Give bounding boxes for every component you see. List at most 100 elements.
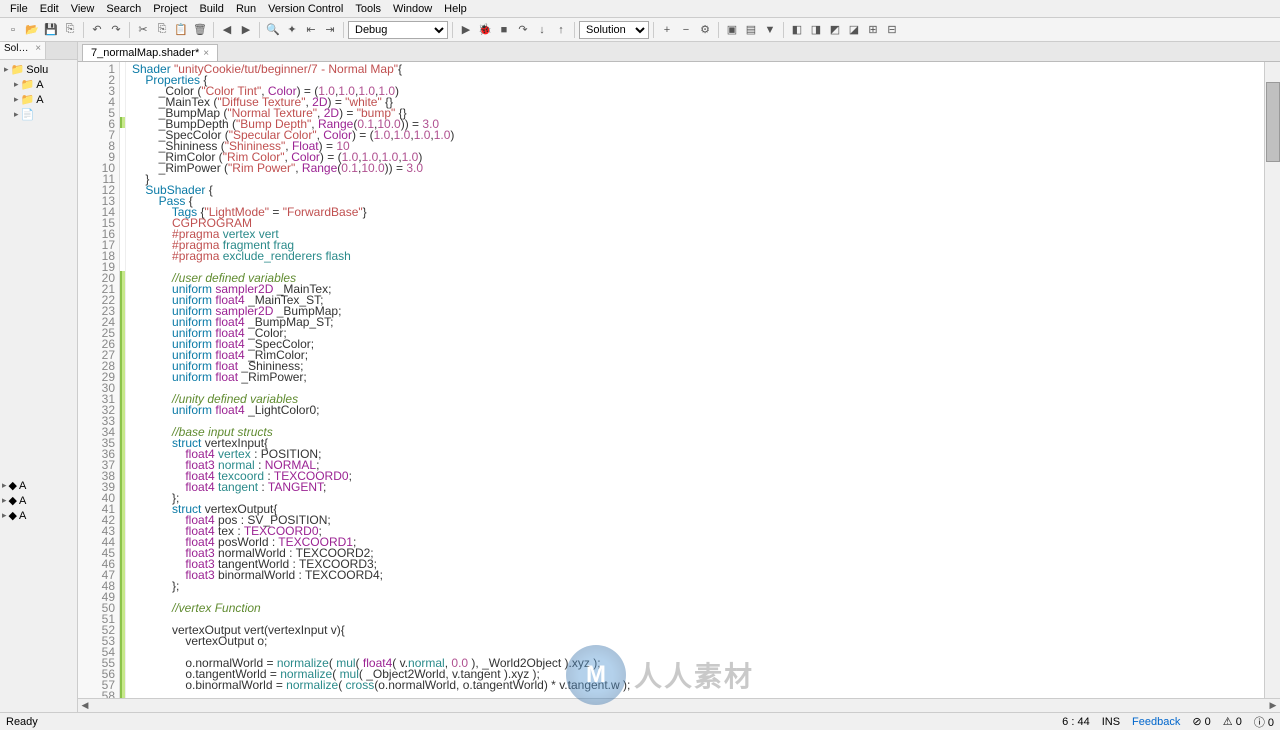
- paste-icon[interactable]: 📋: [172, 21, 190, 39]
- solution-tab[interactable]: Sol… ×: [0, 42, 46, 59]
- code-line[interactable]: };: [132, 493, 1264, 504]
- code-line[interactable]: //vertex Function: [132, 603, 1264, 614]
- menu-window[interactable]: Window: [387, 3, 438, 15]
- solution-tree[interactable]: ▸ 📁 Solu▸ 📁 A▸ 📁 A▸ 📄: [0, 60, 77, 296]
- horizontal-scrollbar[interactable]: ◀ ▶: [78, 698, 1280, 712]
- bookmark-icon[interactable]: ✦: [283, 21, 301, 39]
- run-icon[interactable]: ▶: [457, 21, 475, 39]
- code-line[interactable]: o.binormalWorld = normalize( cross(o.nor…: [132, 680, 1264, 691]
- tool10-icon[interactable]: ⊟: [883, 21, 901, 39]
- menu-version-control[interactable]: Version Control: [262, 3, 349, 15]
- add-breakpoint-icon[interactable]: +: [658, 21, 676, 39]
- menu-file[interactable]: File: [4, 3, 34, 15]
- tool9-icon[interactable]: ⊞: [864, 21, 882, 39]
- tree-item[interactable]: ▸ 📁 A: [2, 77, 75, 92]
- debug-icon[interactable]: 🐞: [476, 21, 494, 39]
- next-bookmark-icon[interactable]: ⇥: [321, 21, 339, 39]
- code-line[interactable]: uniform float4 _BumpMap_ST;: [132, 317, 1264, 328]
- code-line[interactable]: [132, 383, 1264, 394]
- step-over-icon[interactable]: ↷: [514, 21, 532, 39]
- tool8-icon[interactable]: ◪: [845, 21, 863, 39]
- code-line[interactable]: float3 binormalWorld : TEXCOORD4;: [132, 570, 1264, 581]
- code-line[interactable]: }: [132, 174, 1264, 185]
- tool6-icon[interactable]: ◨: [807, 21, 825, 39]
- tree-item[interactable]: ▸ 📄: [2, 107, 75, 122]
- menu-view[interactable]: View: [65, 3, 101, 15]
- code-line[interactable]: #pragma exclude_renderers flash: [132, 251, 1264, 262]
- menu-help[interactable]: Help: [438, 3, 473, 15]
- code-line[interactable]: //base input structs: [132, 427, 1264, 438]
- expand-icon[interactable]: ▸: [4, 64, 9, 75]
- tool7-icon[interactable]: ◩: [826, 21, 844, 39]
- copy-icon[interactable]: ⎘: [153, 21, 171, 39]
- menu-edit[interactable]: Edit: [34, 3, 65, 15]
- code-line[interactable]: _RimPower ("Rim Power", Range(0.1,10.0))…: [132, 163, 1264, 174]
- tree-item[interactable]: ▸ ◆ A: [2, 478, 75, 493]
- warning-count[interactable]: ⚠ 0: [1223, 715, 1242, 728]
- tool2-icon[interactable]: ▣: [723, 21, 741, 39]
- tool-icon[interactable]: ⚙: [696, 21, 714, 39]
- tree-item[interactable]: ▸ ◆ A: [2, 493, 75, 508]
- expand-icon[interactable]: ▸: [14, 109, 19, 120]
- expand-icon[interactable]: ▸: [14, 79, 19, 90]
- code-line[interactable]: Tags {"LightMode" = "ForwardBase"}: [132, 207, 1264, 218]
- code-line[interactable]: uniform float4 _LightColor0;: [132, 405, 1264, 416]
- save-icon[interactable]: 💾: [42, 21, 60, 39]
- delete-icon[interactable]: 🗑: [191, 21, 209, 39]
- tool5-icon[interactable]: ◧: [788, 21, 806, 39]
- expand-icon[interactable]: ▸: [2, 480, 7, 491]
- nav-back-icon[interactable]: ◀: [218, 21, 236, 39]
- insert-mode: INS: [1102, 716, 1120, 728]
- tool3-icon[interactable]: ▤: [742, 21, 760, 39]
- menu-run[interactable]: Run: [230, 3, 262, 15]
- tree-item[interactable]: ▸ 📁 Solu: [2, 62, 75, 77]
- remove-breakpoint-icon[interactable]: −: [677, 21, 695, 39]
- stop-icon[interactable]: ■: [495, 21, 513, 39]
- code-editor[interactable]: Shader "unityCookie/tut/beginner/7 - Nor…: [126, 62, 1264, 698]
- find-icon[interactable]: 🔍: [264, 21, 282, 39]
- config-combo[interactable]: Debug: [348, 21, 448, 39]
- close-icon[interactable]: ×: [35, 43, 41, 54]
- editor-tab[interactable]: 7_normalMap.shader* ×: [82, 44, 218, 61]
- code-line[interactable]: CGPROGRAM: [132, 218, 1264, 229]
- prev-bookmark-icon[interactable]: ⇤: [302, 21, 320, 39]
- vertical-scrollbar[interactable]: [1264, 62, 1280, 698]
- expand-icon[interactable]: ▸: [2, 495, 7, 506]
- code-line[interactable]: vertexOutput o;: [132, 636, 1264, 647]
- menu-tools[interactable]: Tools: [349, 3, 387, 15]
- code-line[interactable]: vertexOutput vert(vertexInput v){: [132, 625, 1264, 636]
- feedback-link[interactable]: Feedback: [1132, 716, 1180, 728]
- new-file-icon[interactable]: ▫: [4, 21, 22, 39]
- cut-icon[interactable]: ✂: [134, 21, 152, 39]
- menu-project[interactable]: Project: [147, 3, 193, 15]
- code-line[interactable]: [132, 691, 1264, 698]
- code-line[interactable]: uniform float _RimPower;: [132, 372, 1264, 383]
- expand-icon[interactable]: ▸: [14, 94, 19, 105]
- tree-item[interactable]: ▸ 📁 A: [2, 92, 75, 107]
- nav-fwd-icon[interactable]: ▶: [237, 21, 255, 39]
- error-count[interactable]: ⊘ 0: [1192, 715, 1210, 728]
- step-out-icon[interactable]: ↑: [552, 21, 570, 39]
- save-all-icon[interactable]: ⎘: [61, 21, 79, 39]
- scroll-thumb[interactable]: [1266, 82, 1280, 162]
- target-combo[interactable]: Solution: [579, 21, 649, 39]
- redo-icon[interactable]: ↷: [107, 21, 125, 39]
- open-icon[interactable]: 📂: [23, 21, 41, 39]
- code-line[interactable]: };: [132, 581, 1264, 592]
- code-line[interactable]: [132, 416, 1264, 427]
- message-count[interactable]: ⓘ 0: [1254, 714, 1274, 730]
- code-line[interactable]: float4 tangent : TANGENT;: [132, 482, 1264, 493]
- tree-item[interactable]: ▸ ◆ A: [2, 508, 75, 523]
- code-line[interactable]: SubShader {: [132, 185, 1264, 196]
- expand-icon[interactable]: ▸: [2, 510, 7, 521]
- code-line[interactable]: Shader "unityCookie/tut/beginner/7 - Nor…: [132, 64, 1264, 75]
- step-in-icon[interactable]: ↓: [533, 21, 551, 39]
- menu-search[interactable]: Search: [100, 3, 147, 15]
- tool4-icon[interactable]: ▼: [761, 21, 779, 39]
- close-icon[interactable]: ×: [203, 48, 209, 59]
- code-line[interactable]: #pragma vertex vert: [132, 229, 1264, 240]
- menu-build[interactable]: Build: [193, 3, 229, 15]
- code-line[interactable]: [132, 592, 1264, 603]
- undo-icon[interactable]: ↶: [88, 21, 106, 39]
- code-line[interactable]: [132, 262, 1264, 273]
